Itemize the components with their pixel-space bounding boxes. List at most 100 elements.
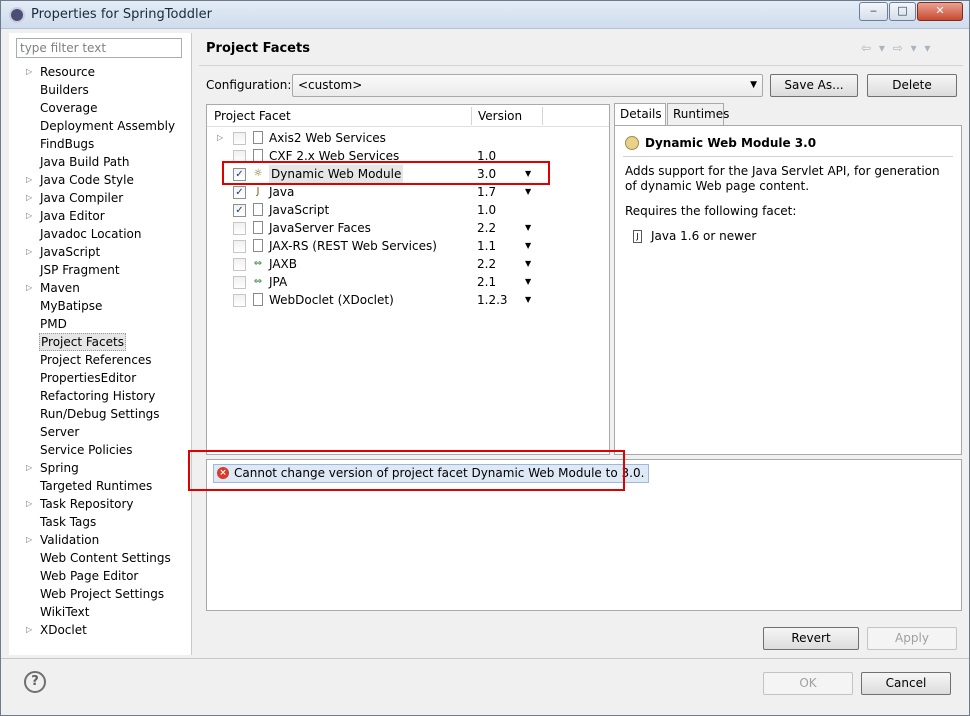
sidebar-item[interactable]: PropertiesEditor bbox=[9, 369, 192, 387]
sidebar-item[interactable]: Web Project Settings bbox=[9, 585, 192, 603]
sidebar-item[interactable]: ▷ XDoclet bbox=[9, 621, 192, 639]
expand-arrow-icon[interactable]: ▷ bbox=[26, 63, 32, 81]
sidebar-item-label: Targeted Runtimes bbox=[40, 479, 153, 493]
facet-checkbox[interactable] bbox=[233, 294, 246, 307]
column-header-facet[interactable]: Project Facet bbox=[214, 109, 291, 123]
maximize-button[interactable]: □ bbox=[889, 2, 916, 21]
sidebar-item[interactable]: ▷ Resource bbox=[9, 63, 192, 81]
expand-arrow-icon[interactable]: ▷ bbox=[26, 243, 32, 261]
expand-arrow-icon[interactable]: ▷ bbox=[26, 531, 32, 549]
sidebar-item[interactable]: ▷ Java Editor bbox=[9, 207, 192, 225]
expand-arrow-icon[interactable]: ▷ bbox=[26, 459, 32, 477]
facet-row[interactable]: ✓ J Java 1.7 ▼ bbox=[207, 183, 609, 201]
sidebar-item[interactable]: ▷ JavaScript bbox=[9, 243, 192, 261]
sidebar-item[interactable]: ▷ Task Repository bbox=[9, 495, 192, 513]
cancel-button[interactable]: Cancel bbox=[861, 672, 951, 695]
facet-row[interactable]: ▷ Axis2 Web Services bbox=[207, 129, 609, 147]
tab-details[interactable]: Details bbox=[614, 103, 666, 126]
facet-row[interactable]: ✓ JavaScript 1.0 bbox=[207, 201, 609, 219]
sidebar-item[interactable]: ▷ Java Compiler bbox=[9, 189, 192, 207]
filter-input[interactable] bbox=[16, 38, 182, 58]
facet-version[interactable]: 2.2 bbox=[477, 219, 496, 237]
revert-button[interactable]: Revert bbox=[763, 627, 859, 650]
error-message[interactable]: × Cannot change version of project facet… bbox=[213, 464, 650, 483]
tab-runtimes[interactable]: Runtimes bbox=[667, 103, 729, 125]
facet-version[interactable]: 2.1 bbox=[477, 273, 496, 291]
facet-version[interactable]: 3.0 bbox=[477, 165, 496, 183]
column-header-version[interactable]: Version bbox=[478, 109, 522, 123]
sidebar-item[interactable]: Java Build Path bbox=[9, 153, 192, 171]
expand-arrow-icon[interactable]: ▷ bbox=[26, 495, 32, 513]
facet-checkbox[interactable] bbox=[233, 150, 246, 163]
sidebar-item[interactable]: ▷ Java Code Style bbox=[9, 171, 192, 189]
facet-version[interactable]: 2.2 bbox=[477, 255, 496, 273]
minimize-button[interactable]: ‒ bbox=[859, 2, 888, 21]
delete-button[interactable]: Delete bbox=[867, 74, 957, 97]
facet-checkbox[interactable]: ✓ bbox=[233, 204, 246, 217]
facet-row[interactable]: CXF 2.x Web Services 1.0 bbox=[207, 147, 609, 165]
facet-version[interactable]: 1.2.3 bbox=[477, 291, 508, 309]
expand-arrow-icon[interactable]: ▷ bbox=[26, 189, 32, 207]
sidebar-item[interactable]: Targeted Runtimes bbox=[9, 477, 192, 495]
facet-row[interactable]: JAX-RS (REST Web Services) 1.1 ▼ bbox=[207, 237, 609, 255]
expand-arrow-icon[interactable]: ▷ bbox=[26, 171, 32, 189]
version-dropdown-icon[interactable]: ▼ bbox=[525, 219, 531, 237]
sidebar-item[interactable]: Refactoring History bbox=[9, 387, 192, 405]
close-button[interactable]: ✕ bbox=[917, 2, 963, 21]
sidebar-item[interactable]: Javadoc Location bbox=[9, 225, 192, 243]
expand-arrow-icon[interactable]: ▷ bbox=[26, 621, 32, 639]
help-icon[interactable]: ? bbox=[24, 671, 46, 693]
facet-icon bbox=[253, 149, 263, 162]
configuration-select[interactable]: <custom> ▼ bbox=[292, 74, 763, 97]
sidebar-item[interactable]: Project References bbox=[9, 351, 192, 369]
facet-row[interactable]: ⇔ JAXB 2.2 ▼ bbox=[207, 255, 609, 273]
facet-checkbox[interactable] bbox=[233, 240, 246, 253]
ok-button[interactable]: OK bbox=[763, 672, 853, 695]
sidebar-item[interactable]: Web Content Settings bbox=[9, 549, 192, 567]
version-dropdown-icon[interactable]: ▼ bbox=[525, 255, 531, 273]
facet-checkbox[interactable]: ✓ bbox=[233, 186, 246, 199]
facet-checkbox[interactable]: ✓ bbox=[233, 168, 246, 181]
version-dropdown-icon[interactable]: ▼ bbox=[525, 291, 531, 309]
version-dropdown-icon[interactable]: ▼ bbox=[525, 165, 531, 183]
sidebar-item[interactable]: ▷ Spring bbox=[9, 459, 192, 477]
facet-checkbox[interactable] bbox=[233, 258, 246, 271]
sidebar-item[interactable]: Coverage bbox=[9, 99, 192, 117]
facet-version[interactable]: 1.0 bbox=[477, 201, 496, 219]
expand-arrow-icon[interactable]: ▷ bbox=[26, 279, 32, 297]
facet-row[interactable]: ✓ ☼ Dynamic Web Module 3.0 ▼ bbox=[207, 165, 609, 183]
sidebar-item[interactable]: Run/Debug Settings bbox=[9, 405, 192, 423]
version-dropdown-icon[interactable]: ▼ bbox=[525, 237, 531, 255]
facet-version[interactable]: 1.0 bbox=[477, 147, 496, 165]
apply-button[interactable]: Apply bbox=[867, 627, 957, 650]
facet-checkbox[interactable] bbox=[233, 276, 246, 289]
java-icon: J bbox=[633, 230, 642, 243]
sidebar-item[interactable]: JSP Fragment bbox=[9, 261, 192, 279]
facet-row[interactable]: JavaServer Faces 2.2 ▼ bbox=[207, 219, 609, 237]
history-nav-icons[interactable]: ⇦ ▾ ⇨ ▾ ▾ bbox=[861, 41, 932, 55]
sidebar-item[interactable]: Project Facets bbox=[9, 333, 192, 351]
sidebar-item[interactable]: Builders bbox=[9, 81, 192, 99]
version-dropdown-icon[interactable]: ▼ bbox=[525, 183, 531, 201]
sidebar-item[interactable]: FindBugs bbox=[9, 135, 192, 153]
expand-arrow-icon[interactable]: ▷ bbox=[217, 129, 223, 147]
facet-checkbox[interactable] bbox=[233, 132, 246, 145]
sidebar-item[interactable]: ▷ Maven bbox=[9, 279, 192, 297]
sidebar-item[interactable]: MyBatipse bbox=[9, 297, 192, 315]
expand-arrow-icon[interactable]: ▷ bbox=[26, 207, 32, 225]
sidebar-item[interactable]: Server bbox=[9, 423, 192, 441]
facet-row[interactable]: ⇔ JPA 2.1 ▼ bbox=[207, 273, 609, 291]
sidebar-item[interactable]: Web Page Editor bbox=[9, 567, 192, 585]
sidebar-item[interactable]: Service Policies bbox=[9, 441, 192, 459]
version-dropdown-icon[interactable]: ▼ bbox=[525, 273, 531, 291]
sidebar-item[interactable]: PMD bbox=[9, 315, 192, 333]
sidebar-item[interactable]: WikiText bbox=[9, 603, 192, 621]
facet-checkbox[interactable] bbox=[233, 222, 246, 235]
sidebar-item[interactable]: Deployment Assembly bbox=[9, 117, 192, 135]
facet-version[interactable]: 1.7 bbox=[477, 183, 496, 201]
save-as-button[interactable]: Save As... bbox=[770, 74, 858, 97]
facet-row[interactable]: WebDoclet (XDoclet) 1.2.3 ▼ bbox=[207, 291, 609, 309]
sidebar-item[interactable]: ▷ Validation bbox=[9, 531, 192, 549]
sidebar-item[interactable]: Task Tags bbox=[9, 513, 192, 531]
facet-version[interactable]: 1.1 bbox=[477, 237, 496, 255]
